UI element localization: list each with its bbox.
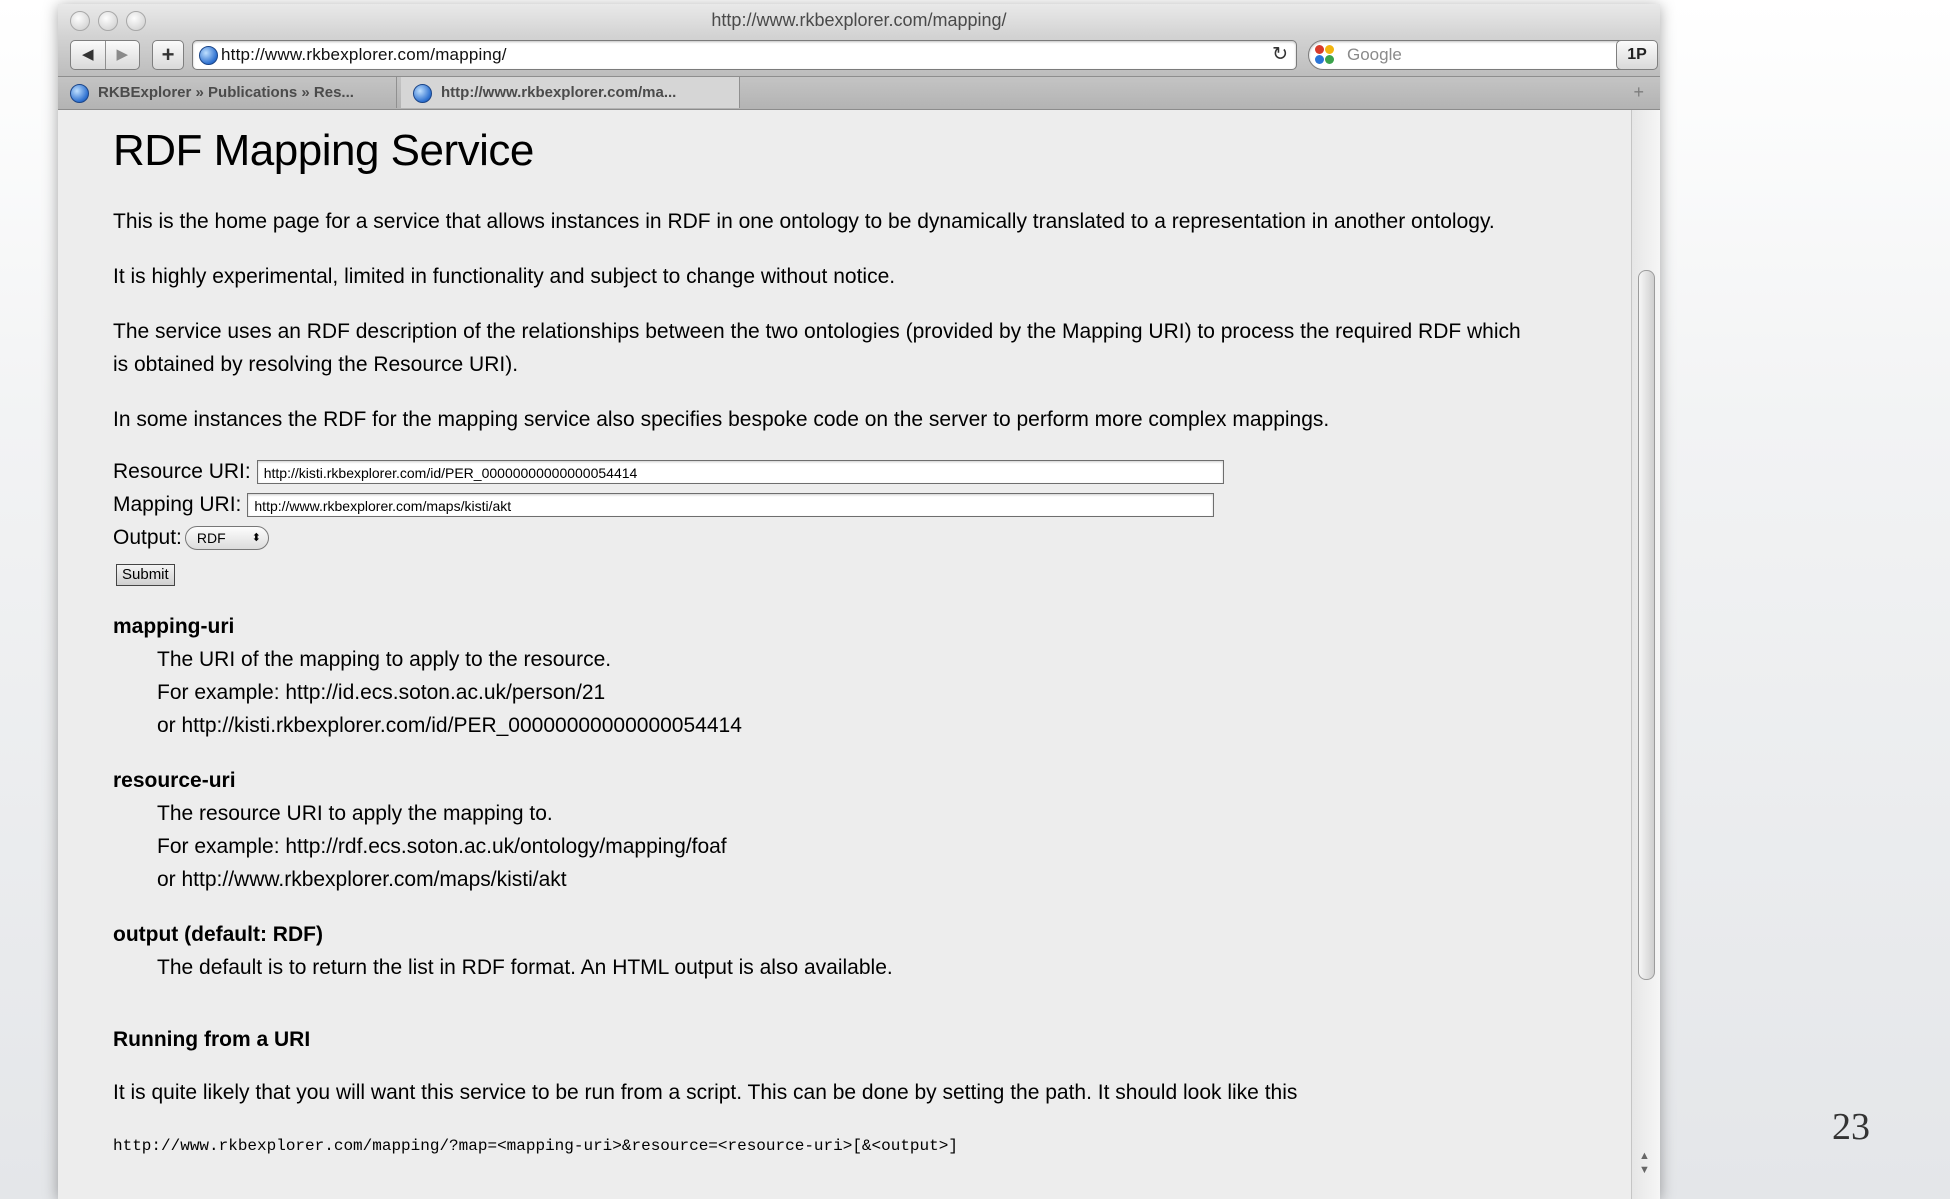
globe-icon <box>199 46 218 65</box>
tab-label: http://www.rkbexplorer.com/ma... <box>441 84 677 101</box>
navigation-buttons: ◀ ▶ <box>70 40 140 70</box>
title-bar: http://www.rkbexplorer.com/mapping/ <box>58 4 1660 36</box>
search-placeholder: Google <box>1347 45 1402 64</box>
mapping-uri-input[interactable]: http://www.rkbexplorer.com/maps/kisti/ak… <box>247 493 1215 517</box>
minimize-window-button[interactable] <box>98 11 118 31</box>
definition-line: or http://kisti.rkbexplorer.com/id/PER_0… <box>157 714 742 737</box>
running-example-url: http://www.rkbexplorer.com/mapping/?map=… <box>113 1137 958 1155</box>
mapping-uri-label: Mapping URI: <box>113 493 242 516</box>
running-heading: Running from a URI <box>113 1028 311 1051</box>
page-content: RDF Mapping Service This is the home pag… <box>58 110 1632 1199</box>
globe-icon <box>413 84 432 103</box>
definition-line: For example: http://id.ecs.soton.ac.uk/p… <box>157 681 606 704</box>
back-button[interactable]: ◀ <box>71 41 105 69</box>
globe-icon <box>70 84 89 103</box>
toolbar: ◀ ▶ + http://www.rkbexplorer.com/mapping… <box>58 36 1660 77</box>
tab-mapping[interactable]: http://www.rkbexplorer.com/ma... <box>401 77 740 108</box>
onepassword-button[interactable]: 1P <box>1616 40 1658 70</box>
definition-line: The resource URI to apply the mapping to… <box>157 802 553 825</box>
running-text: It is quite likely that you will want th… <box>113 1081 1298 1104</box>
tab-bar: RKBExplorer » Publications » Res... http… <box>58 77 1660 110</box>
close-window-button[interactable] <box>70 11 90 31</box>
output-select[interactable]: RDF ⬍ <box>184 526 269 550</box>
page-title: RDF Mapping Service <box>113 126 534 175</box>
reload-icon[interactable]: ↻ <box>1272 41 1288 69</box>
slide-number: 23 <box>1832 1106 1870 1148</box>
output-row: Output: RDF ⬍ <box>113 526 269 550</box>
vertical-scrollbar[interactable]: ▲ ▼ <box>1631 110 1660 1199</box>
submit-button[interactable]: Submit <box>116 564 175 586</box>
definition-line: The default is to return the list in RDF… <box>157 956 893 979</box>
definition-term: mapping-uri <box>113 615 235 638</box>
tab-rkbexplorer-publications[interactable]: RKBExplorer » Publications » Res... <box>58 77 397 108</box>
mapping-uri-row: Mapping URI: http://www.rkbexplorer.com/… <box>113 493 1215 517</box>
definition-term: resource-uri <box>113 769 236 792</box>
google-icon <box>1315 45 1337 65</box>
window-controls <box>70 11 146 31</box>
tab-label: RKBExplorer » Publications » Res... <box>98 84 354 101</box>
new-tab-button[interactable]: + <box>152 40 184 70</box>
scroll-arrows-icon[interactable]: ▲ ▼ <box>1639 1149 1650 1177</box>
address-text[interactable]: http://www.rkbexplorer.com/mapping/ <box>221 41 507 69</box>
window-title: http://www.rkbexplorer.com/mapping/ <box>711 10 1007 30</box>
intro-paragraph: This is the home page for a service that… <box>113 210 1495 233</box>
address-bar[interactable]: http://www.rkbexplorer.com/mapping/ ↻ <box>192 40 1297 70</box>
browser-window: http://www.rkbexplorer.com/mapping/ ◀ ▶ … <box>58 4 1660 1199</box>
select-arrows-icon: ⬍ <box>251 532 261 544</box>
output-selected-value: RDF <box>196 530 226 546</box>
resource-uri-label: Resource URI: <box>113 460 251 483</box>
intro-paragraph: The service uses an RDF description of t… <box>113 320 1521 343</box>
search-field[interactable]: Google <box>1308 40 1652 70</box>
intro-paragraph: is obtained by resolving the Resource UR… <box>113 353 519 376</box>
definition-line: or http://www.rkbexplorer.com/maps/kisti… <box>157 868 567 891</box>
intro-paragraph: It is highly experimental, limited in fu… <box>113 265 896 288</box>
output-label: Output: <box>113 526 182 549</box>
scrollbar-thumb[interactable] <box>1638 270 1655 980</box>
forward-button[interactable]: ▶ <box>104 41 140 69</box>
zoom-window-button[interactable] <box>126 11 146 31</box>
definition-term: output (default: RDF) <box>113 923 323 946</box>
add-tab-icon[interactable]: + <box>1633 77 1644 108</box>
intro-paragraph: In some instances the RDF for the mappin… <box>113 408 1330 431</box>
definition-line: For example: http://rdf.ecs.soton.ac.uk/… <box>157 835 727 858</box>
definition-line: The URI of the mapping to apply to the r… <box>157 648 612 671</box>
resource-uri-row: Resource URI: http://kisti.rkbexplorer.c… <box>113 460 1224 484</box>
resource-uri-input[interactable]: http://kisti.rkbexplorer.com/id/PER_0000… <box>256 460 1224 484</box>
